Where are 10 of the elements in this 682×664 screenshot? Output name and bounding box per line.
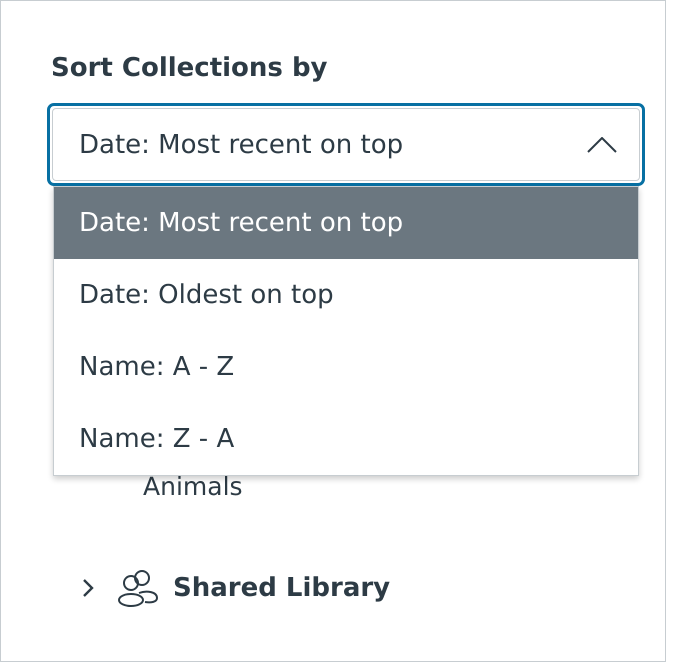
menu-option[interactable]: Date: Oldest on top (54, 259, 638, 331)
menu-option[interactable]: Name: Z - A (54, 403, 638, 475)
menu-option[interactable]: Name: A - Z (54, 331, 638, 403)
people-icon (117, 568, 159, 608)
sort-label: Sort Collections by (51, 52, 329, 85)
caret-icon (587, 136, 617, 152)
chevron-icon[interactable] (81, 578, 95, 598)
library-name[interactable]: Shared Library (173, 573, 390, 603)
menu-option[interactable]: Date: Most recent on top (54, 187, 638, 259)
sort-select[interactable]: Date: Most recent on top (52, 108, 640, 181)
